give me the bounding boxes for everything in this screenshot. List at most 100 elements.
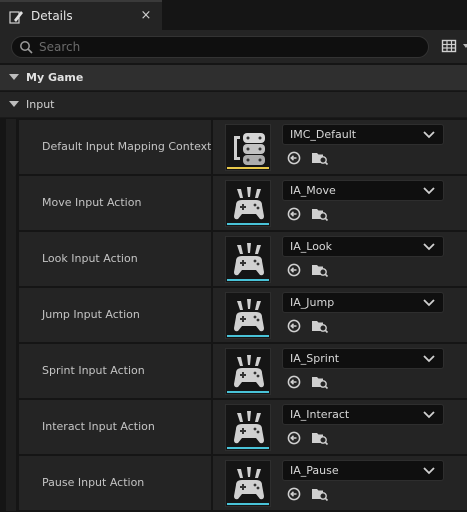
asset-thumbnail[interactable] [225,460,271,507]
use-selected-icon[interactable] [287,375,301,389]
expand-arrow-icon[interactable] [9,101,19,107]
asset-thumbnail[interactable] [225,236,271,283]
use-selected-icon[interactable] [287,263,301,277]
asset-type-bar [227,503,269,505]
chevron-down-icon [423,299,435,307]
property-label: Move Input Action [42,196,142,209]
asset-picker-combo[interactable]: IA_Jump [282,292,444,313]
chevron-down-icon [423,467,435,475]
row-indent [6,119,16,175]
input-action-icon [234,355,264,388]
property-label: Sprint Input Action [42,364,145,377]
asset-name: IA_Sprint [290,352,340,365]
input-action-icon [234,243,264,276]
asset-thumbnail[interactable] [225,348,271,395]
chevron-down-icon [423,131,435,139]
settings-icon[interactable] [463,44,467,48]
property-label: Default Input Mapping Context [42,140,212,153]
asset-type-bar [227,167,269,169]
property-row: Look Input Action IA_Look [0,231,467,287]
chevron-down-icon [423,411,435,419]
chevron-down-icon [423,243,435,251]
column-splitter[interactable] [211,455,213,511]
asset-type-bar [227,391,269,393]
property-matrix-icon[interactable] [441,38,457,54]
chevron-down-icon [423,187,435,195]
browse-folder-icon[interactable] [311,486,329,502]
column-splitter[interactable] [211,175,213,231]
asset-type-bar [227,223,269,225]
asset-picker-combo[interactable]: IA_Move [282,180,444,201]
close-icon[interactable]: × [138,8,154,24]
category-input[interactable]: Input [0,92,467,118]
asset-name: IA_Look [290,240,333,253]
asset-picker-combo[interactable]: IA_Interact [282,404,444,425]
asset-name: IMC_Default [290,128,357,141]
browse-folder-icon[interactable] [311,150,329,166]
row-indent [6,175,16,231]
input-action-icon [234,187,264,220]
use-selected-icon[interactable] [287,319,301,333]
tab-bar: Details × [0,0,467,30]
input-mapping-context-icon [234,133,265,165]
row-indent [6,455,16,511]
asset-name: IA_Pause [290,464,339,477]
browse-folder-icon[interactable] [311,374,329,390]
column-splitter[interactable] [211,287,213,343]
category-label: Input [26,98,55,111]
asset-picker-combo[interactable]: IA_Look [282,236,444,257]
search-input[interactable] [39,38,419,56]
browse-folder-icon[interactable] [311,430,329,446]
asset-type-bar [227,447,269,449]
search-icon [20,41,33,54]
browse-folder-icon[interactable] [311,318,329,334]
expand-arrow-icon[interactable] [9,74,19,80]
property-label: Look Input Action [42,252,138,265]
details-toolbar [0,30,467,63]
property-row: Default Input Mapping Context IMC_Defaul… [0,119,467,175]
use-selected-icon[interactable] [287,487,301,501]
asset-type-bar [227,279,269,281]
property-row: Move Input Action IA_Move [0,175,467,231]
chevron-down-icon [423,355,435,363]
column-splitter[interactable] [211,343,213,399]
asset-thumbnail[interactable] [225,404,271,451]
tab-details[interactable]: Details × [0,0,162,30]
column-splitter[interactable] [211,119,213,175]
input-action-icon [234,467,264,500]
input-action-icon [234,299,264,332]
use-selected-icon[interactable] [287,207,301,221]
tab-title: Details [31,9,73,23]
asset-name: IA_Jump [290,296,335,309]
property-row: Pause Input Action IA_Pause [0,455,467,511]
property-label: Interact Input Action [42,420,155,433]
column-splitter[interactable] [211,399,213,455]
property-row: Sprint Input Action IA_Sprint [0,343,467,399]
use-selected-icon[interactable] [287,431,301,445]
row-indent [6,343,16,399]
asset-thumbnail[interactable] [225,180,271,227]
category-my-game[interactable]: My Game [0,65,467,91]
asset-name: IA_Move [290,184,336,197]
input-action-icon [234,411,264,444]
row-indent [6,231,16,287]
pencil-icon [9,11,23,24]
property-label: Pause Input Action [42,476,145,489]
browse-folder-icon[interactable] [311,206,329,222]
use-selected-icon[interactable] [287,151,301,165]
category-label: My Game [26,71,84,84]
asset-name: IA_Interact [290,408,350,421]
property-row: Interact Input Action IA_Interact [0,399,467,455]
asset-picker-combo[interactable]: IA_Sprint [282,348,444,369]
asset-thumbnail[interactable] [225,292,271,339]
browse-folder-icon[interactable] [311,262,329,278]
row-indent [6,399,16,455]
column-splitter[interactable] [211,231,213,287]
row-indent [6,287,16,343]
search-box[interactable] [11,36,429,58]
property-label: Jump Input Action [42,308,140,321]
asset-picker-combo[interactable]: IA_Pause [282,460,444,481]
property-row: Jump Input Action IA_Jump [0,287,467,343]
asset-thumbnail[interactable] [225,124,271,171]
asset-picker-combo[interactable]: IMC_Default [282,124,444,145]
